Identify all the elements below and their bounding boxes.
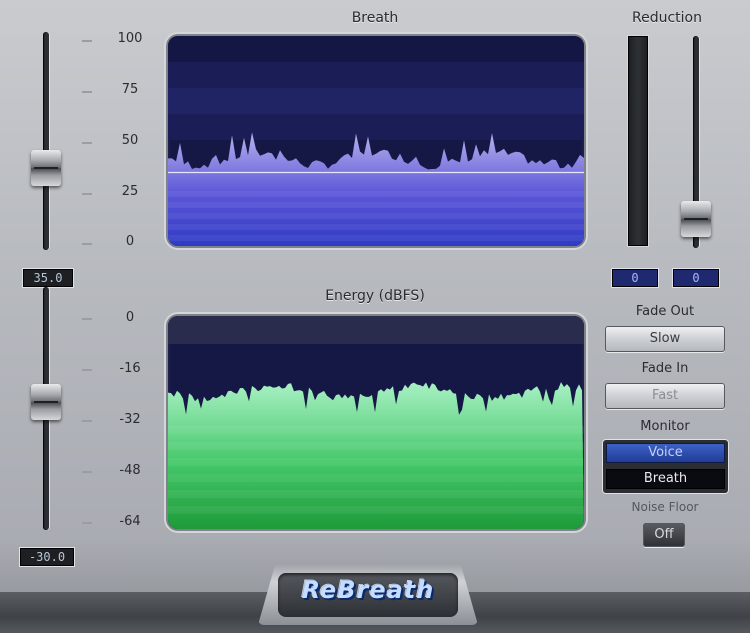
- rebreath-plugin-window: 35.0 100 75 50 25 0 Breath -30.0 0 -16 -…: [0, 0, 750, 633]
- noise-floor-label: Noise Floor: [631, 500, 699, 514]
- plugin-logo: ReBreath: [301, 576, 435, 604]
- monitor-label: Monitor: [640, 419, 690, 434]
- energy-wave-band: [168, 506, 584, 514]
- fader-tick: [82, 369, 92, 371]
- reduction-readout-right: 0: [673, 269, 719, 287]
- energy-wave-band: [168, 458, 584, 466]
- breath-scale-label: 75: [121, 82, 139, 97]
- fader-tick: [82, 142, 92, 144]
- fader-tick: [82, 420, 92, 422]
- breath-display-title: Breath: [351, 10, 399, 26]
- fader-tick: [82, 91, 92, 93]
- fade-out-button[interactable]: Slow: [605, 326, 725, 352]
- breath-scale-label: 100: [117, 31, 143, 46]
- reduction-readout-left: 0: [612, 269, 658, 287]
- energy-scale-label: -16: [119, 361, 141, 376]
- reduction-fader-handle[interactable]: [681, 201, 711, 238]
- energy-scale-label: 0: [125, 310, 135, 325]
- breath-bg-band: [168, 114, 584, 140]
- reduction-meter: [628, 36, 648, 246]
- reduction-title: Reduction: [632, 10, 702, 26]
- monitor-breath-button[interactable]: Breath: [606, 469, 725, 489]
- energy-scale-label: -32: [119, 412, 141, 427]
- energy-display-title: Energy (dBFS): [325, 288, 425, 304]
- breath-wave-band: [168, 224, 584, 230]
- breath-threshold-readout: 35.0: [23, 269, 73, 287]
- breath-wave-band: [168, 202, 584, 208]
- energy-bg-band: [168, 316, 584, 344]
- energy-wave-band: [168, 426, 584, 434]
- energy-waveform: [168, 316, 584, 529]
- fader-tick: [82, 318, 92, 320]
- fader-tick: [82, 522, 92, 524]
- energy-threshold-readout: -30.0: [20, 548, 74, 566]
- fade-out-label: Fade Out: [635, 304, 695, 319]
- fade-in-button[interactable]: Fast: [605, 383, 725, 409]
- breath-threshold-fader-handle[interactable]: [31, 150, 61, 187]
- breath-bg-band: [168, 62, 584, 88]
- energy-wave-band: [168, 474, 584, 482]
- fader-tick: [82, 243, 92, 245]
- energy-scale-label: -64: [119, 514, 141, 529]
- fade-in-label: Fade In: [641, 361, 689, 376]
- energy-threshold-fader-handle[interactable]: [31, 384, 61, 421]
- breath-threshold-fader-track[interactable]: [43, 32, 49, 250]
- breath-scale-label: 25: [121, 184, 139, 199]
- breath-wave-band: [168, 191, 584, 197]
- breath-wave-band: [168, 235, 584, 241]
- energy-wave-band: [168, 490, 584, 498]
- fader-tick: [82, 193, 92, 195]
- energy-wave-band: [168, 442, 584, 450]
- breath-scale-label: 50: [121, 133, 139, 148]
- fader-tick: [82, 40, 92, 42]
- breath-waveform: [168, 36, 584, 246]
- breath-display: [168, 36, 584, 246]
- energy-display: [168, 316, 584, 529]
- breath-bg-band: [168, 36, 584, 62]
- energy-scale-label: -48: [119, 463, 141, 478]
- fader-tick: [82, 471, 92, 473]
- noise-floor-button[interactable]: Off: [643, 523, 685, 547]
- breath-wave-band: [168, 213, 584, 219]
- breath-bg-band: [168, 88, 584, 114]
- breath-scale-label: 0: [125, 234, 135, 249]
- monitor-voice-button[interactable]: Voice: [606, 443, 725, 463]
